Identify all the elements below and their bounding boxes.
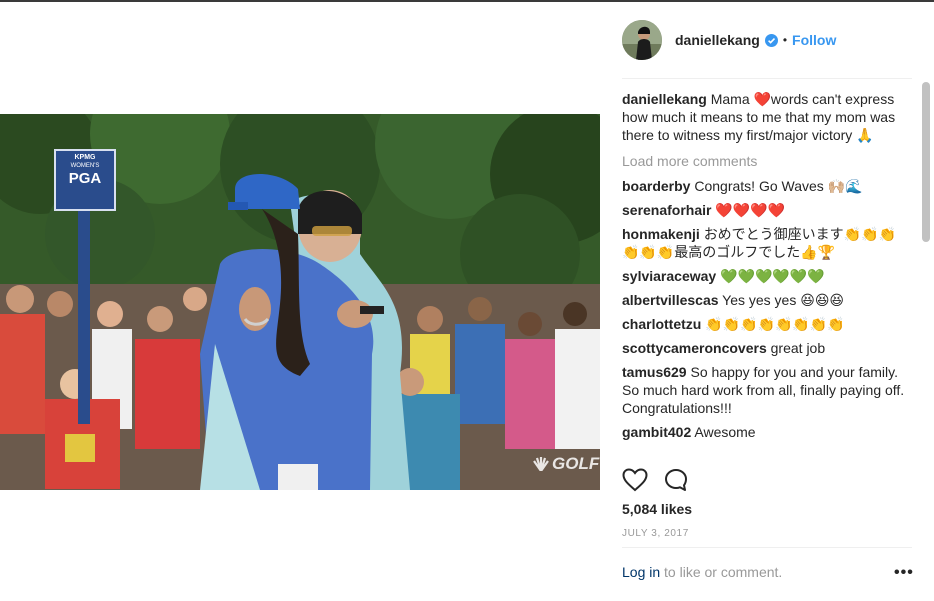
sign-line-2: WOMEN'S bbox=[70, 163, 100, 169]
comment-username[interactable]: honmakenji bbox=[622, 226, 700, 242]
comment: serenaforhair ❤️❤️❤️❤️ bbox=[622, 201, 912, 219]
comment-text: Yes yes yes 😆😆😆 bbox=[722, 292, 845, 308]
sign-line-3: PGA bbox=[68, 170, 102, 187]
comment-username[interactable]: sylviaraceway bbox=[622, 268, 716, 284]
action-bar bbox=[622, 468, 704, 492]
comment-username[interactable]: albertvillescas bbox=[622, 292, 719, 308]
comment-text: 💚💚💚💚💚💚 bbox=[720, 268, 825, 284]
comment: boarderby Congrats! Go Waves 🙌🏼🌊 bbox=[622, 177, 912, 195]
comment: charlottetzu 👏👏👏👏👏👏👏👏 bbox=[622, 315, 912, 333]
comment-text: 👏👏👏👏👏👏👏👏 bbox=[705, 316, 845, 332]
comment-text: Congrats! Go Waves 🙌🏼🌊 bbox=[694, 178, 863, 194]
avatar[interactable] bbox=[622, 20, 662, 60]
comment: honmakenji おめでとう御座います👏👏👏👏👏👏最高のゴルフでした👍🏆 bbox=[622, 225, 912, 261]
comment: gambit402 Awesome bbox=[622, 423, 912, 441]
comment-username[interactable]: charlottetzu bbox=[622, 316, 701, 332]
comment-username[interactable]: boarderby bbox=[622, 178, 690, 194]
comment: sylviaraceway 💚💚💚💚💚💚 bbox=[622, 267, 912, 285]
sign-text: KPMG WOMEN'S PGA bbox=[56, 154, 114, 188]
verified-badge-icon bbox=[764, 33, 778, 47]
video-player[interactable]: KPMG WOMEN'S PGA GOLF bbox=[0, 114, 600, 490]
post-header: daniellekang • Follow bbox=[622, 18, 836, 62]
sign-line-1: KPMG bbox=[74, 154, 96, 161]
follow-button[interactable]: Follow bbox=[792, 32, 836, 48]
comment: scottycameroncovers great job bbox=[622, 339, 912, 357]
more-options-icon[interactable]: ••• bbox=[894, 564, 914, 582]
comment: albertvillescas Yes yes yes 😆😆😆 bbox=[622, 291, 912, 309]
post-sidebar: daniellekang • Follow daniellekang Mama … bbox=[600, 2, 934, 601]
header-separator: • bbox=[782, 33, 788, 47]
avatar-image bbox=[622, 20, 662, 60]
comment-username[interactable]: serenaforhair bbox=[622, 202, 711, 218]
comments-list[interactable]: daniellekang Mama ❤️words can't express … bbox=[622, 90, 912, 458]
footer-divider bbox=[622, 547, 912, 548]
media-area: KPMG WOMEN'S PGA GOLF bbox=[0, 2, 600, 601]
caption-username[interactable]: daniellekang bbox=[622, 91, 707, 107]
login-prompt: Log in to like or comment. bbox=[622, 564, 912, 580]
comment-text: great job bbox=[770, 340, 826, 356]
comments-scrollbar[interactable] bbox=[922, 82, 930, 242]
nbc-peacock-icon bbox=[533, 457, 549, 471]
post-date: JULY 3, 2017 bbox=[622, 528, 689, 539]
comment-username[interactable]: tamus629 bbox=[622, 364, 687, 380]
comment-icon[interactable] bbox=[664, 468, 688, 492]
golf-channel-watermark: GOLF bbox=[532, 454, 599, 474]
caption: daniellekang Mama ❤️words can't express … bbox=[622, 90, 912, 144]
login-link[interactable]: Log in bbox=[622, 564, 660, 580]
header-divider bbox=[622, 78, 912, 79]
header-username[interactable]: daniellekang bbox=[675, 32, 760, 48]
comment-username[interactable]: gambit402 bbox=[622, 424, 691, 440]
load-more-comments-button[interactable]: Load more comments bbox=[622, 152, 912, 170]
heart-icon[interactable] bbox=[622, 468, 648, 492]
comment: tamus629 So happy for you and your famil… bbox=[622, 363, 912, 417]
comment-username[interactable]: scottycameroncovers bbox=[622, 340, 767, 356]
watermark-text: GOLF bbox=[552, 454, 600, 473]
like-count[interactable]: 5,084 likes bbox=[622, 501, 692, 517]
comment-text: Awesome bbox=[694, 424, 756, 440]
login-prompt-text: to like or comment. bbox=[660, 564, 783, 580]
comment-text: ❤️❤️❤️❤️ bbox=[715, 202, 786, 218]
